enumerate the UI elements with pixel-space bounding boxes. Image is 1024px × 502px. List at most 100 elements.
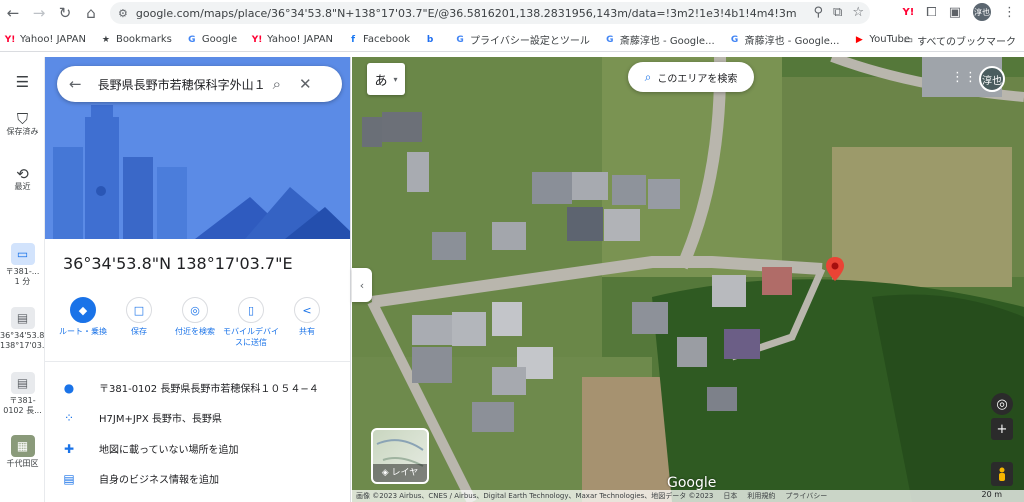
save-button[interactable]: □ 保存 (111, 297, 167, 348)
bookmark-favicon-icon: f (351, 34, 355, 45)
bookmark-label: Yahoo! JAPAN (267, 34, 334, 45)
crosshair-icon: ◎ (996, 396, 1008, 412)
action-label: 共有 (299, 327, 315, 336)
map-attribution: 画像 ©2023 Airbus、CNES / Airbus、Digital Ea… (352, 490, 1024, 502)
menu-icon[interactable]: ⋮ (1003, 5, 1016, 20)
satellite-imagery (352, 57, 1024, 502)
forward-icon[interactable]: → (26, 0, 52, 26)
directions-icon: ◆ (70, 297, 96, 323)
share-button[interactable]: < 共有 (279, 297, 335, 348)
all-bookmarks-button[interactable]: ▭ すべてのブックマーク (904, 33, 1016, 48)
install-icon[interactable]: ⧉ (833, 5, 842, 20)
bookmarks-bar: Y! Yahoo! JAPAN ★ Bookmarks G Google Y! Yahoo! … (0, 28, 1024, 52)
menu-button[interactable]: ☰ (0, 75, 45, 90)
bookmark-item[interactable]: b (424, 34, 440, 46)
directions-button[interactable]: ◆ ルート・乗換 (55, 297, 111, 348)
history-icon: ⟲ (16, 165, 29, 183)
close-icon[interactable]: ✕ (299, 75, 312, 93)
place-title: 36°34'53.8"N 138°17'03.7"E (63, 254, 293, 273)
bookmark-favicon-icon: ★ (101, 34, 110, 45)
photo-thumbnail-icon: ▦ (10, 435, 35, 457)
action-label: ルート・乗換 (59, 327, 107, 336)
search-this-area-button[interactable]: ⌕ このエリアを検索 (628, 62, 754, 92)
send-to-phone-button[interactable]: ▯ モバイルデバイスに送信 (223, 297, 279, 348)
action-label: 付近を検索 (175, 327, 215, 336)
back-arrow-icon[interactable]: ← (69, 75, 82, 93)
map-scale: 20 m (981, 490, 1002, 499)
plus-icon: + (996, 421, 1008, 437)
layers-button[interactable]: ◈ レイヤ (371, 428, 429, 484)
sidepanel-icon[interactable]: ▣ (949, 5, 961, 20)
bookmark-icon: □ (126, 297, 152, 323)
bookmark-item[interactable]: G プライバシー設定とツール (454, 32, 590, 48)
home-icon[interactable]: ⌂ (78, 0, 104, 26)
satellite-map[interactable] (352, 57, 1024, 502)
bookmark-item[interactable]: ★ Bookmarks (100, 34, 172, 46)
street-view-pegman-icon[interactable] (991, 464, 1013, 486)
bookmark-item[interactable]: G 斎藤淳也 - Google... (604, 32, 715, 48)
divider (45, 361, 350, 362)
caret-down-icon: ▾ (393, 74, 398, 84)
search-icon: ⌕ (644, 69, 652, 84)
chevron-left-icon: ‹ (359, 278, 365, 292)
recent-item-1[interactable]: ▭ 〒381-... 1 分 (0, 243, 45, 287)
bookmark-item[interactable]: Y! Yahoo! JAPAN (251, 34, 333, 46)
recent-button[interactable]: ⟲ 最近 (0, 165, 45, 192)
nearby-button[interactable]: ◎ 付近を検索 (167, 297, 223, 348)
back-icon[interactable]: ← (0, 0, 26, 26)
reload-icon[interactable]: ↻ (52, 0, 78, 26)
folder-icon: ▭ (903, 35, 914, 46)
yahoo-extension-icon[interactable]: Y! (902, 7, 914, 18)
my-location-button[interactable]: ◎ (991, 393, 1013, 415)
bookmark-item[interactable]: ▶ YouTube (853, 34, 910, 46)
browser-toolbar: ← → ↻ ⌂ ⚙ google.com/maps/place/36°34'53… (0, 0, 1024, 26)
bookmark-label: 斎藤淳也 - Google... (619, 36, 715, 47)
url-text[interactable]: google.com/maps/place/36°34'53.8"N+138°1… (136, 7, 796, 20)
bookmark-icon: ⛉ (16, 110, 29, 128)
search-input[interactable]: 長野県長野市若穂保科字外山１ (98, 76, 263, 93)
recent-item-3[interactable]: ▤ 〒381- 0102 長... (0, 372, 45, 416)
action-row: ◆ ルート・乗換 □ 保存 ◎ 付近を検索 ▯ モバイルデバイスに送信 < 共有 (55, 297, 335, 348)
bookmark-favicon-icon: Y! (4, 34, 16, 45)
extensions-icon[interactable]: ⧠ (926, 5, 936, 20)
address-row[interactable]: ● 〒381-0102 長野県長野市若穂保科１０５４−４ (61, 380, 319, 396)
google-logo: Google (667, 475, 717, 491)
site-settings-icon[interactable]: ⚙ (118, 7, 128, 20)
recent-item-4[interactable]: ▦ 千代田区 (0, 435, 45, 469)
add-business-row[interactable]: ▤ 自身のビジネス情報を追加 (61, 471, 219, 487)
share-icon: < (294, 297, 320, 323)
action-label: 保存 (131, 327, 147, 336)
bookmark-item[interactable]: f Facebook (347, 34, 410, 46)
input-method-button[interactable]: あ ▾ (367, 63, 405, 95)
collapse-panel-button[interactable]: ‹ (352, 268, 372, 302)
bookmark-favicon-icon: G (606, 34, 614, 45)
recent-item-2[interactable]: ▤ 36°34'53.8"... 138°17'03.7... (0, 307, 57, 351)
location-pin-icon[interactable] (826, 257, 844, 281)
location-icon[interactable]: ⚲ (814, 5, 824, 20)
map-thumbnail-icon: ▤ (10, 372, 35, 394)
bookmark-item[interactable]: G 斎藤淳也 - Google... (729, 32, 839, 48)
address-bar[interactable]: ⚙ google.com/maps/place/36°34'53.8"N+138… (110, 2, 870, 24)
layers-icon: ◈ (381, 468, 389, 478)
map-thumbnail-icon: ▤ (10, 307, 35, 329)
bookmark-favicon-icon: G (456, 34, 464, 45)
profile-avatar[interactable]: 淳也 (973, 3, 991, 21)
bookmark-favicon-icon: ▶ (855, 34, 863, 45)
zoom-in-button[interactable]: + (991, 418, 1013, 440)
search-icon[interactable]: ⌕ (273, 75, 281, 93)
add-place-icon: ✚ (63, 441, 75, 456)
apps-grid-icon[interactable]: ⋮⋮ (951, 70, 977, 88)
bookmark-star-icon[interactable]: ☆ (852, 5, 864, 20)
car-icon: ▭ (10, 243, 35, 265)
action-label: モバイルデバイスに送信 (223, 327, 279, 347)
add-missing-place-row[interactable]: ✚ 地図に載っていない場所を追加 (61, 441, 239, 457)
plus-code-row[interactable]: ⁘ H7JM+JPX 長野市、長野県 (61, 410, 222, 426)
place-panel: ← 長野県長野市若穂保科字外山１ ⌕ ✕ 36°34'53.8"N 138°17… (45, 57, 351, 502)
phone-icon: ▯ (238, 297, 264, 323)
account-avatar[interactable]: 淳也 (979, 66, 1005, 92)
saved-button[interactable]: ⛉ 保存済み (0, 110, 45, 137)
bookmark-item[interactable]: Y! Yahoo! JAPAN (4, 34, 86, 46)
bookmark-favicon-icon: G (188, 34, 196, 45)
search-box[interactable]: ← 長野県長野市若穂保科字外山１ ⌕ ✕ (57, 66, 342, 102)
bookmark-item[interactable]: G Google (186, 34, 237, 46)
